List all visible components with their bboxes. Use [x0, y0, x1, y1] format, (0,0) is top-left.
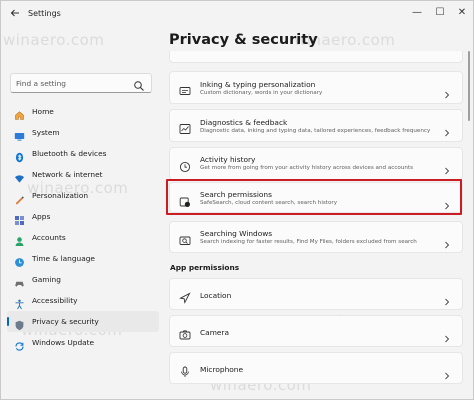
- chevron-right-icon: [444, 122, 450, 137]
- card-title: Searching Windows: [200, 229, 273, 238]
- sidebar-item-accounts[interactable]: Accounts: [7, 227, 159, 248]
- location-icon: [179, 289, 191, 304]
- sidebar-item-apps[interactable]: Apps: [7, 206, 159, 227]
- back-arrow-icon[interactable]: [9, 7, 23, 21]
- sidebar-item-label: Apps: [32, 212, 51, 221]
- accounts-icon: [14, 232, 25, 246]
- page-title: Privacy & security: [169, 32, 318, 48]
- card-title: Inking & typing personalization: [200, 80, 316, 89]
- time-language-icon: [14, 253, 25, 267]
- card-title: Activity history: [200, 155, 256, 164]
- minimize-button[interactable]: —: [407, 3, 427, 23]
- sidebar-item-label: Home: [32, 107, 54, 116]
- sidebar-item-label: Personalization: [32, 191, 89, 200]
- watermark: winaero.com: [3, 31, 105, 49]
- sidebar-item-windows-update[interactable]: Windows Update: [7, 332, 159, 353]
- sidebar-item-privacy-security[interactable]: Privacy & security: [7, 311, 159, 332]
- scrollbar-thumb[interactable]: [468, 51, 470, 121]
- search-icon[interactable]: [133, 77, 145, 91]
- search-box[interactable]: [10, 73, 152, 93]
- highlight-frame: [166, 179, 462, 215]
- sidebar-item-accessibility[interactable]: Accessibility: [7, 290, 159, 311]
- window-title: Settings: [28, 9, 61, 18]
- microphone-icon: [179, 363, 191, 377]
- sidebar-item-personalization[interactable]: Personalization: [7, 185, 159, 206]
- card-inking-typing[interactable]: Inking & typing personalization Custom d…: [169, 71, 463, 104]
- sidebar-item-home[interactable]: Home: [7, 101, 159, 122]
- sidebar-item-label: Accessibility: [32, 296, 78, 305]
- chevron-right-icon: [444, 84, 450, 99]
- section-header-app-permissions: App permissions: [170, 263, 240, 272]
- windows-update-icon: [14, 337, 25, 351]
- apps-icon: [14, 211, 25, 225]
- activity-history-icon: [179, 158, 191, 173]
- card-subtitle: Get more from going from your activity h…: [200, 165, 414, 171]
- sidebar-item-label: System: [32, 128, 60, 137]
- card-title: Camera: [200, 328, 230, 337]
- chevron-right-icon: [444, 328, 450, 343]
- settings-window: Settings — ☐ ✕ winaero.com winaero.com w…: [0, 0, 474, 400]
- home-icon: [14, 106, 25, 120]
- card-location[interactable]: Location: [169, 278, 463, 310]
- sidebar-item-label: Gaming: [32, 275, 61, 284]
- card-camera[interactable]: Camera: [169, 315, 463, 347]
- card-microphone[interactable]: Microphone: [169, 352, 463, 384]
- camera-icon: [179, 326, 191, 340]
- sidebar-item-system[interactable]: System: [7, 122, 159, 143]
- sidebar-item-bluetooth[interactable]: Bluetooth & devices: [7, 143, 159, 164]
- search-input[interactable]: [16, 77, 128, 89]
- sidebar-item-label: Accounts: [32, 233, 66, 242]
- inking-icon: [179, 82, 191, 95]
- chevron-right-icon: [444, 160, 450, 175]
- card-title: Microphone: [200, 365, 244, 374]
- network-icon: [14, 169, 25, 183]
- searching-windows-icon: [179, 232, 191, 245]
- sidebar-item-network[interactable]: Network & internet: [7, 164, 159, 185]
- maximize-button[interactable]: ☐: [430, 3, 450, 23]
- chevron-right-icon: [444, 234, 450, 249]
- card-searching-windows[interactable]: Searching Windows Search indexing for fa…: [169, 221, 463, 253]
- system-icon: [14, 127, 25, 141]
- shield-icon: [14, 316, 25, 331]
- bluetooth-icon: [14, 148, 25, 163]
- card-subtitle: Custom dictionary, words in your diction…: [200, 90, 323, 96]
- sidebar-item-label: Privacy & security: [32, 317, 99, 326]
- chevron-right-icon: [444, 291, 450, 306]
- card-activity-history[interactable]: Activity history Get more from going fro…: [169, 147, 463, 180]
- card-title: Diagnostics & feedback: [200, 118, 288, 127]
- card-subtitle: Search indexing for faster results, Find…: [200, 239, 417, 245]
- sidebar-nav: Home System Bluetooth & devices Network …: [7, 101, 159, 353]
- card-subtitle: Diagnostic data, inking and typing data,…: [200, 128, 431, 134]
- close-button[interactable]: ✕: [452, 3, 472, 23]
- card-title: Location: [200, 291, 232, 300]
- sidebar-item-label: Windows Update: [32, 338, 95, 347]
- scrolled-card-fragment: [169, 51, 463, 63]
- personalization-icon: [14, 190, 25, 205]
- sidebar-item-label: Network & internet: [32, 170, 103, 179]
- sidebar-item-label: Time & language: [32, 254, 95, 263]
- gaming-icon: [14, 274, 25, 287]
- sidebar-item-label: Bluetooth & devices: [32, 149, 107, 158]
- sidebar-item-gaming[interactable]: Gaming: [7, 269, 159, 290]
- chevron-right-icon: [444, 365, 450, 380]
- card-diagnostics-feedback[interactable]: Diagnostics & feedback Diagnostic data, …: [169, 109, 463, 142]
- diagnostics-icon: [179, 120, 191, 134]
- sidebar-item-time-language[interactable]: Time & language: [7, 248, 159, 269]
- accessibility-icon: [14, 295, 25, 310]
- title-bar: Settings — ☐ ✕: [1, 1, 473, 29]
